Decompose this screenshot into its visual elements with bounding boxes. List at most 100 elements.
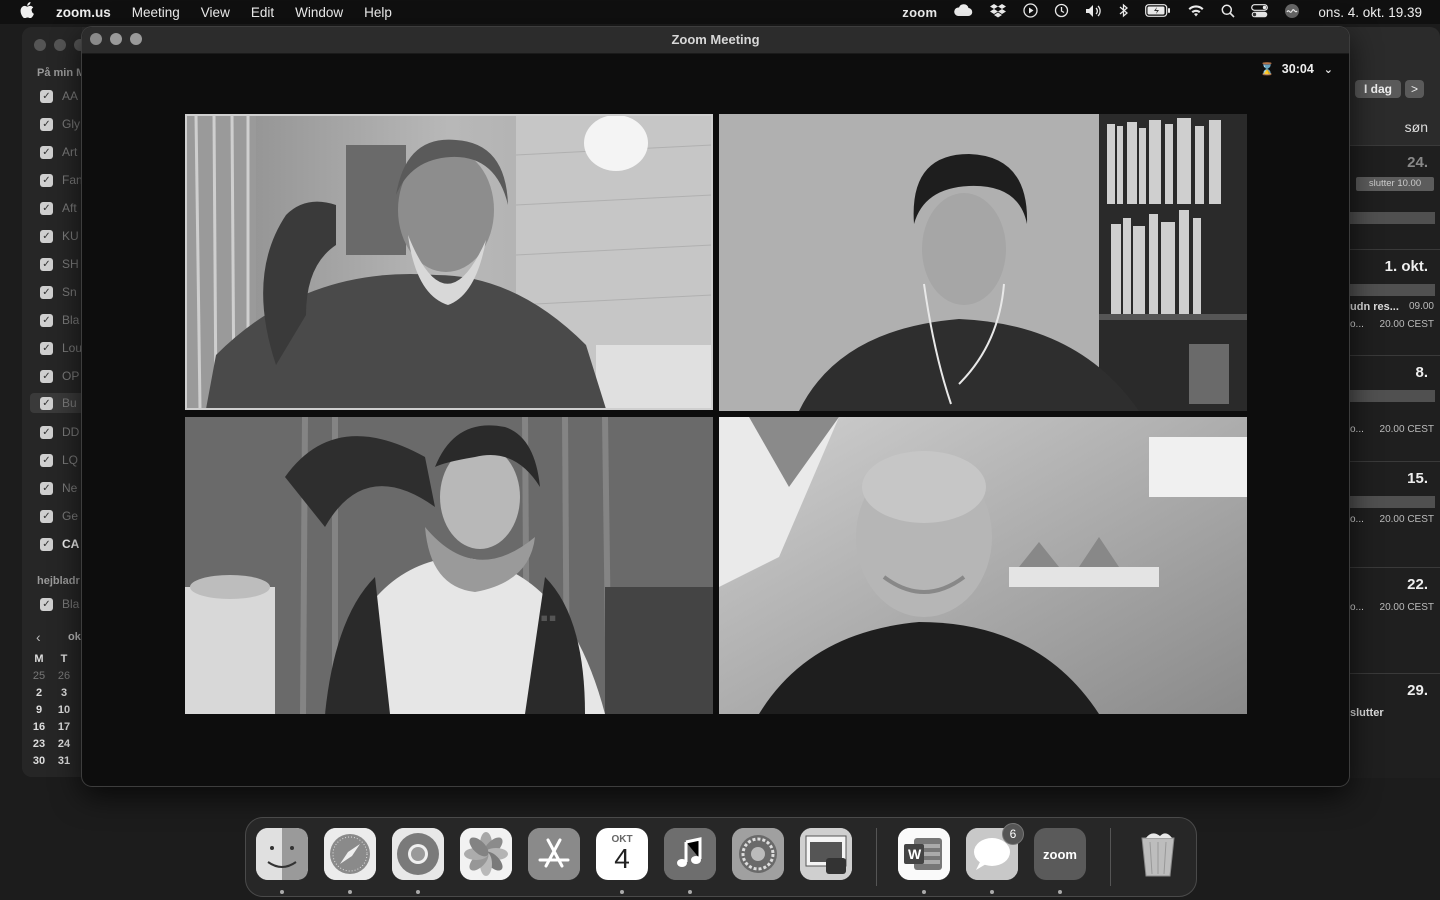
event-item[interactable]: udn res... 09.00 [1350,301,1438,313]
calendar-item[interactable]: ✓ CA [40,534,79,554]
calendar-item[interactable]: ✓ Sn [40,282,77,302]
mini-calendar-day[interactable]: 2 [28,687,50,699]
calendar-item[interactable]: ✓ Ne [40,478,77,498]
checkbox-checked-icon[interactable]: ✓ [40,145,53,159]
checkbox-checked-icon[interactable]: ✓ [40,257,53,271]
calendar-item[interactable]: ✓ Art [40,142,77,162]
time-machine-icon[interactable] [1054,3,1069,21]
battery-icon[interactable] [1145,4,1171,20]
calendar-item[interactable]: ✓ Lou [40,338,82,358]
checkbox-checked-icon[interactable]: ✓ [40,597,53,611]
calendar-item[interactable]: ✓ AA [40,86,78,106]
menu-app-name[interactable]: zoom.us [56,5,111,20]
checkbox-checked-icon[interactable]: ✓ [40,537,53,551]
zoom-window-button[interactable] [74,39,82,51]
checkbox-checked-icon[interactable]: ✓ [40,396,53,410]
week-cell[interactable]: 24. slutter 10.00 [1350,145,1440,250]
today-button[interactable]: I dag [1355,80,1402,98]
mini-calendar-day[interactable]: 17 [53,721,75,733]
menu-bar-clock[interactable]: ons. 4. okt. 19.39 [1318,5,1422,20]
siri-icon[interactable] [1284,3,1300,22]
event-item[interactable]: o... 20.00 CEST [1350,424,1438,435]
safari-icon[interactable] [324,828,376,880]
checkbox-checked-icon[interactable]: ✓ [40,481,53,495]
dropbox-icon[interactable] [989,3,1007,22]
participant-video-top-right[interactable] [719,114,1247,411]
event-pill[interactable]: slutter 10.00 [1356,177,1434,191]
spotlight-search-icon[interactable] [1221,4,1235,21]
menu-meeting[interactable]: Meeting [132,5,180,20]
calendar-item[interactable]: ✓ Fan [40,170,82,190]
checkbox-checked-icon[interactable]: ✓ [40,285,53,299]
finder-icon[interactable] [256,828,308,880]
week-cell[interactable]: 8. o... 20.00 CEST [1350,355,1440,462]
week-cell[interactable]: 1. okt. udn res... 09.00 o... 20.00 CEST [1350,249,1440,356]
event-bar[interactable] [1350,496,1435,508]
calendar-item[interactable]: ✓ Bla [40,594,79,614]
chevron-down-icon[interactable]: ⌄ [1324,63,1333,76]
week-cell[interactable]: 15. o... 20.00 CEST [1350,461,1440,568]
play-icon[interactable] [1023,3,1039,21]
calendar-item[interactable]: ✓ Gly [40,114,80,134]
checkbox-checked-icon[interactable]: ✓ [40,229,53,243]
next-month-button[interactable]: > [1405,80,1425,98]
event-bar[interactable] [1350,390,1435,402]
music-icon[interactable] [664,828,716,880]
week-cell[interactable]: 22. o... 20.00 CEST [1350,567,1440,674]
bluetooth-icon[interactable] [1119,3,1129,21]
checkbox-checked-icon[interactable]: ✓ [40,453,53,467]
mini-calendar-day[interactable]: 24 [53,738,75,750]
checkbox-checked-icon[interactable]: ✓ [40,369,53,383]
calendar-item[interactable]: ✓ KU [40,226,79,246]
checkbox-checked-icon[interactable]: ✓ [40,509,53,523]
calendar-item[interactable]: ✓ SH [40,254,79,274]
mini-calendar-day[interactable]: 23 [28,738,50,750]
event-item[interactable]: o... 20.00 CEST [1350,319,1438,330]
calendar-item[interactable]: ✓ OP [40,366,79,386]
control-center-icon[interactable] [1251,3,1269,21]
menu-help[interactable]: Help [364,5,392,20]
mini-calendar-day[interactable]: 31 [53,755,75,767]
checkbox-checked-icon[interactable]: ✓ [40,117,53,131]
event-item[interactable]: slutter [1350,707,1438,719]
checkbox-checked-icon[interactable]: ✓ [40,313,53,327]
apple-menu-icon[interactable] [20,2,38,22]
volume-icon[interactable] [1085,4,1103,21]
menu-edit[interactable]: Edit [251,5,274,20]
mini-calendar-day[interactable]: 26 [53,670,75,682]
checkbox-checked-icon[interactable]: ✓ [40,173,53,187]
calendar-item[interactable]: ✓ LQ [40,450,78,470]
calendar-item[interactable]: ✓ Bla [40,310,79,330]
mini-calendar-day[interactable]: 30 [28,755,50,767]
calendar-item[interactable]: ✓ DD [40,422,79,442]
icloud-icon[interactable] [953,4,973,20]
calendar-item-selected[interactable]: ✓ Bu [30,393,82,413]
meeting-timer[interactable]: ⌛ 30:04 ⌄ [1260,62,1333,76]
close-window-button[interactable] [34,39,46,51]
minimize-window-button[interactable] [54,39,66,51]
messages-icon[interactable]: 6 [966,823,1024,880]
trash-icon[interactable] [1132,828,1184,880]
week-cell[interactable]: 29. slutter [1350,673,1440,778]
app-store-icon[interactable] [528,828,580,880]
mini-calendar-day[interactable]: 16 [28,721,50,733]
menu-window[interactable]: Window [295,5,343,20]
participant-video-bottom-left[interactable]: ▪▪ [185,417,713,714]
checkbox-checked-icon[interactable]: ✓ [40,425,53,439]
mini-calendar-day[interactable]: 25 [28,670,50,682]
event-item[interactable]: o... 20.00 CEST [1350,514,1438,525]
participant-video-top-left[interactable] [185,114,713,410]
checkbox-checked-icon[interactable]: ✓ [40,201,53,215]
mini-calendar-day[interactable]: 3 [53,687,75,699]
calendar-item[interactable]: ✓ Aft [40,198,77,218]
calendar-item[interactable]: ✓ Ge [40,506,78,526]
system-settings-icon[interactable] [732,828,784,880]
photos-icon[interactable] [460,828,512,880]
menu-view[interactable]: View [201,5,230,20]
calendar-icon[interactable]: OKT 4 [596,828,648,880]
checkbox-checked-icon[interactable]: ✓ [40,89,53,103]
event-bar[interactable] [1350,284,1435,296]
word-icon[interactable]: W [898,828,950,880]
zoom-icon[interactable]: zoom [1034,828,1086,880]
checkbox-checked-icon[interactable]: ✓ [40,341,53,355]
